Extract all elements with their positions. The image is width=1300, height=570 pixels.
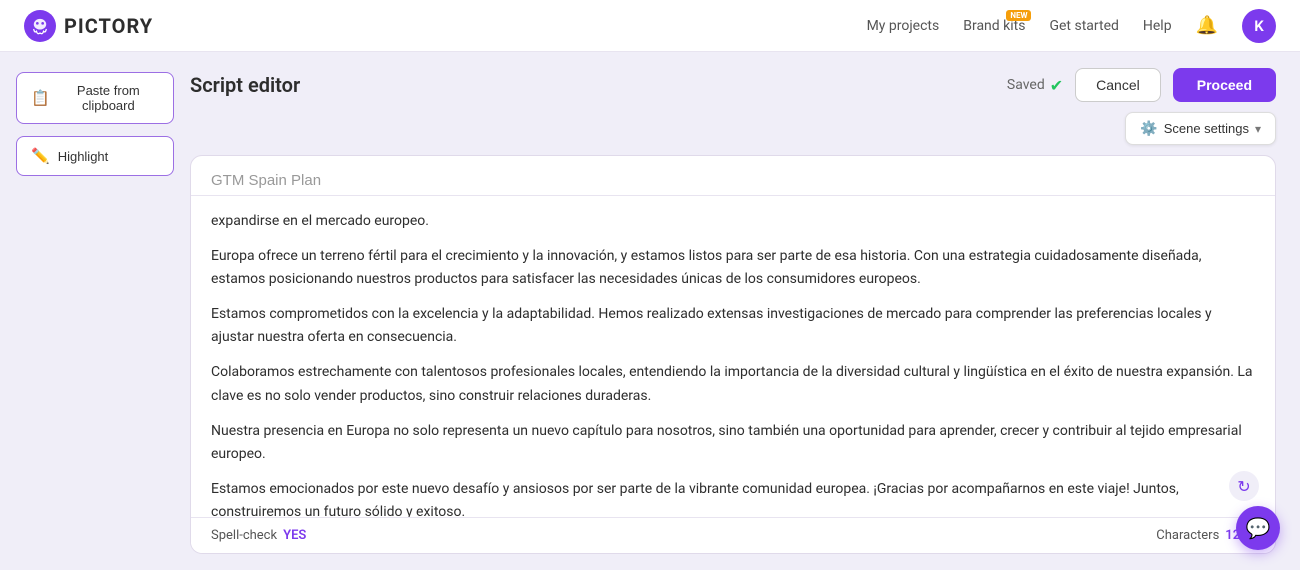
script-paragraph-5: Estamos emocionados por este nuevo desaf…	[211, 478, 1255, 517]
chevron-down-icon: ▾	[1255, 122, 1261, 136]
script-paragraph-1: Europa ofrece un terreno fértil para el …	[211, 245, 1255, 291]
script-paragraph-3: Colaboramos estrechamente con talentosos…	[211, 361, 1255, 407]
sidebar: 📋 Paste from clipboard ✏️ Highlight	[0, 52, 190, 570]
script-name-input[interactable]	[211, 172, 1255, 189]
main-layout: 📋 Paste from clipboard ✏️ Highlight Scri…	[0, 52, 1300, 570]
header-right-actions: Saved ✔ Cancel Proceed	[1007, 68, 1276, 102]
scene-settings-button[interactable]: ⚙️ Scene settings ▾	[1125, 112, 1276, 145]
notification-bell-icon[interactable]: 🔔	[1196, 15, 1218, 36]
script-content[interactable]: expandirse en el mercado europeo. Europa…	[191, 196, 1275, 517]
saved-status: Saved ✔	[1007, 76, 1063, 95]
scene-settings-row: ⚙️ Scene settings ▾	[190, 112, 1276, 145]
clipboard-icon: 📋	[31, 89, 50, 107]
nav-help[interactable]: Help	[1143, 18, 1172, 34]
page-title: Script editor	[190, 73, 300, 97]
saved-checkmark-icon: ✔	[1050, 76, 1063, 95]
logo-icon	[24, 10, 56, 42]
nav-brand-kits[interactable]: Brand kits NEW	[963, 18, 1025, 34]
script-paragraph-2: Estamos comprometidos con la excelencia …	[211, 303, 1255, 349]
paste-from-clipboard-button[interactable]: 📋 Paste from clipboard	[16, 72, 174, 124]
highlight-button[interactable]: ✏️ Highlight	[16, 136, 174, 176]
refresh-icon[interactable]: ↻	[1229, 471, 1259, 501]
proceed-button[interactable]: Proceed	[1173, 68, 1276, 102]
spell-check-toggle[interactable]: YES	[283, 528, 306, 543]
gear-icon: ⚙️	[1140, 120, 1157, 137]
script-paragraph-4: Nuestra presencia en Europa no solo repr…	[211, 420, 1255, 466]
script-editor: expandirse en el mercado europeo. Europa…	[190, 155, 1276, 554]
brand-kits-new-badge: NEW	[1006, 10, 1031, 21]
chat-bubble-button[interactable]: 💬	[1236, 506, 1280, 550]
navbar: PICTORY My projects Brand kits NEW Get s…	[0, 0, 1300, 52]
cancel-button[interactable]: Cancel	[1075, 68, 1161, 102]
highlight-pencil-icon: ✏️	[31, 147, 50, 165]
characters-label: Characters	[1156, 528, 1219, 543]
content-header: Script editor Saved ✔ Cancel Proceed	[190, 68, 1276, 102]
script-name-area	[191, 156, 1275, 196]
logo-text: PICTORY	[64, 14, 153, 38]
chat-bubble-icon: 💬	[1246, 516, 1271, 540]
script-paragraph-0: expandirse en el mercado europeo.	[211, 210, 1255, 233]
nav-my-projects[interactable]: My projects	[867, 18, 940, 34]
nav-get-started[interactable]: Get started	[1049, 18, 1118, 34]
user-avatar[interactable]: K	[1242, 9, 1276, 43]
logo[interactable]: PICTORY	[24, 10, 153, 42]
spell-check-area: Spell-check YES	[211, 528, 306, 543]
nav-right: My projects Brand kits NEW Get started H…	[867, 9, 1276, 43]
content-area: Script editor Saved ✔ Cancel Proceed ⚙️ …	[190, 52, 1300, 570]
script-footer: Spell-check YES Characters 1221	[191, 517, 1275, 553]
spell-check-label: Spell-check	[211, 528, 277, 543]
